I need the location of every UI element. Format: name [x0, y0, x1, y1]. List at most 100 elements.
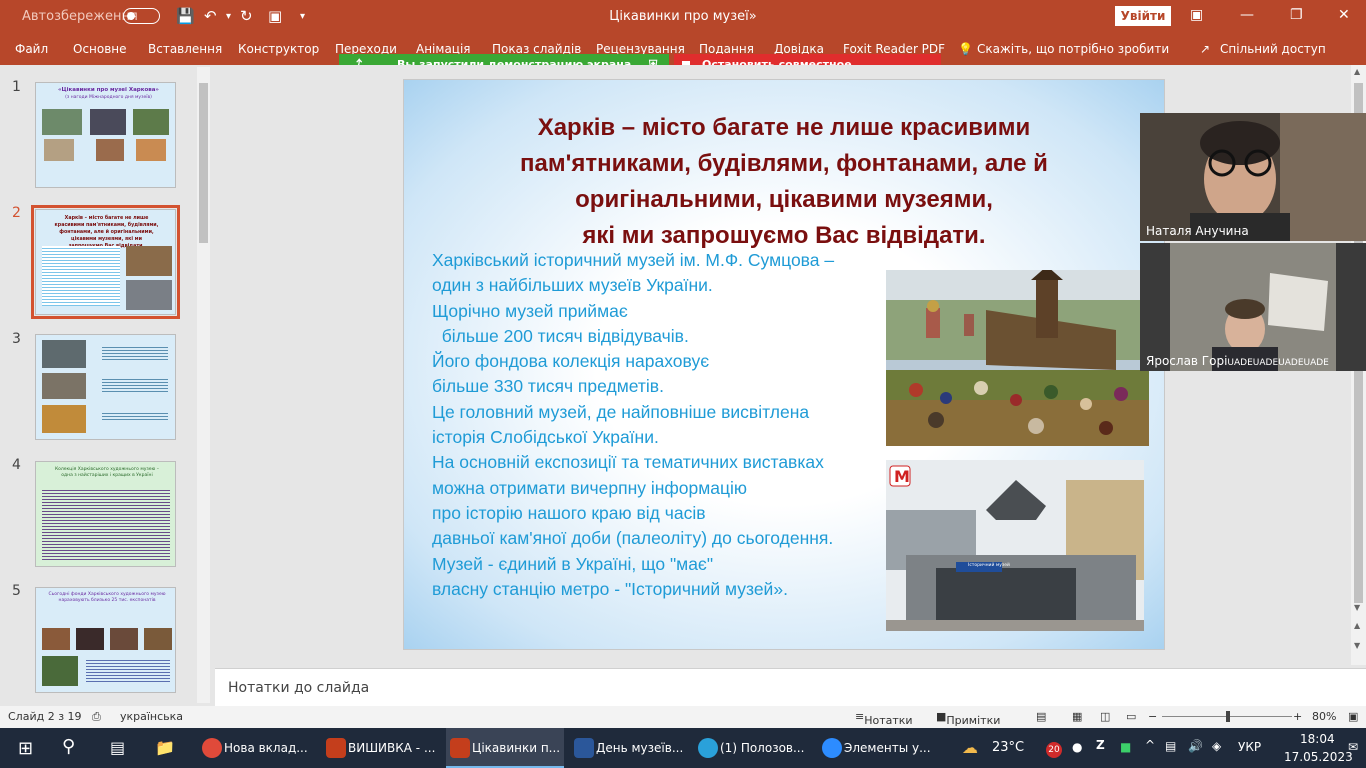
search-icon[interactable]: ⚲	[62, 736, 75, 757]
scroll-up-icon[interactable]: ▲	[1354, 67, 1360, 76]
tray-zoom-icon[interactable]: Z	[1096, 738, 1105, 752]
taskbar-zoom[interactable]: Элементы у...	[818, 728, 936, 768]
temperature[interactable]: 23°C	[992, 740, 1024, 755]
video-tile-participant-1[interactable]: Наталя Анучина	[1140, 113, 1366, 241]
slide-title[interactable]: Харків – місто багате не лише красивими …	[484, 110, 1084, 254]
slideshow-icon[interactable]: ▭	[1126, 710, 1136, 723]
tray-icon[interactable]: ■	[1120, 740, 1131, 754]
body-line: Його фондова колекція нараховує	[432, 351, 710, 372]
body-line: Щорічно музей приймає	[432, 300, 628, 321]
thumbnail-slide-1[interactable]: «Цікавинки про музеї Харкова» (з нагоди …	[35, 82, 176, 188]
share-button[interactable]: Спільний доступ	[1220, 42, 1326, 56]
tab-insert[interactable]: Вставлення	[148, 42, 222, 56]
restore-icon[interactable]: ❐	[1290, 7, 1303, 23]
body-line: Це головний музей, де найповніше висвітл…	[432, 401, 810, 422]
thumb-text-lines	[102, 345, 168, 361]
ribbon-display-icon[interactable]: ▣	[1190, 7, 1203, 23]
task-label: День музеїв...	[596, 741, 684, 755]
windows-start-icon[interactable]: ⊞	[18, 738, 33, 759]
tab-home[interactable]: Основне	[73, 42, 127, 56]
weather-icon[interactable]: ☁	[962, 738, 978, 757]
tray-icon[interactable]: ●	[1072, 740, 1082, 754]
clock-time[interactable]: 18:04	[1300, 732, 1335, 746]
chrome-icon	[202, 738, 222, 758]
thumb-image	[90, 109, 126, 135]
current-slide[interactable]: Харків – місто багате не лише красивими …	[403, 79, 1165, 650]
file-explorer-icon[interactable]: 📁	[155, 738, 175, 757]
video-tile-participant-2[interactable]: Ярослав ГоріUADEUADEUADEUADE	[1140, 243, 1366, 371]
thumb-image	[110, 628, 138, 650]
share-icon[interactable]: ↗	[1200, 42, 1210, 56]
taskbar-word[interactable]: День музеїв...	[570, 728, 688, 768]
clock-date[interactable]: 17.05.2023	[1284, 750, 1353, 764]
notes-button[interactable]: ≡ Нотатки	[855, 710, 913, 727]
sign-in-button[interactable]: Увійти	[1115, 6, 1171, 26]
reading-view-icon[interactable]: ◫	[1100, 710, 1110, 723]
thumb-2-text-lines	[42, 246, 120, 306]
tell-me-search[interactable]: Скажіть, що потрібно зробити	[977, 42, 1169, 56]
slide-counter: Слайд 2 з 19	[8, 710, 82, 723]
body-line: про історію нашого краю від часів	[432, 502, 706, 523]
accessibility-icon[interactable]: ⎙	[92, 710, 101, 724]
thumb-image	[44, 139, 74, 161]
thumbnail-slide-4[interactable]: Колекція Харківського художнього музею –…	[35, 461, 176, 567]
thumb-2-title: Харків – місто багате не лише красивими …	[54, 216, 159, 249]
thumb-1-title: «Цікавинки про музеї Харкова»	[57, 87, 159, 93]
thumb-image	[126, 280, 172, 310]
volume-icon[interactable]: 🔊	[1188, 739, 1203, 753]
taskbar-chrome[interactable]: Нова вклад...	[198, 728, 316, 768]
scroll-down-icon[interactable]: ▼	[1354, 603, 1360, 612]
thumbnails-scrollbar-thumb[interactable]	[199, 83, 208, 243]
notification-badge[interactable]: 20	[1046, 742, 1062, 758]
zoom-slider-handle[interactable]	[1226, 711, 1230, 722]
notes-pane[interactable]: Нотатки до слайда	[215, 668, 1366, 706]
normal-view-icon[interactable]: ▤	[1036, 710, 1046, 723]
thumbnail-slide-2[interactable]: Харків – місто багате не лише красивими …	[31, 205, 180, 319]
body-line: власну станцію метро - "Історичний музей…	[432, 578, 788, 599]
taskbar-pptx-1[interactable]: ВИШИВКА - ...	[322, 728, 440, 768]
metro-station-photo[interactable]: M Історичний музей	[886, 460, 1144, 631]
slide-body-text[interactable]: Харківський історичний музей ім. М.Ф. Су…	[432, 248, 834, 602]
task-label: Цікавинки п...	[472, 741, 561, 755]
thumbnail-slide-3[interactable]	[35, 334, 176, 440]
thumb-number-3: 3	[12, 331, 21, 347]
zoom-out-icon[interactable]: −	[1148, 710, 1157, 723]
keyboard-language[interactable]: УКР	[1238, 740, 1261, 754]
minimize-icon[interactable]: —	[1240, 7, 1254, 23]
network-icon[interactable]: ▤	[1165, 739, 1176, 753]
fit-to-window-icon[interactable]: ▣	[1348, 710, 1358, 723]
zoom-app-icon	[822, 738, 842, 758]
thumbnails-scrollbar[interactable]	[197, 67, 210, 703]
task-label: Элементы у...	[844, 741, 931, 755]
slide-sorter-icon[interactable]: ▦	[1072, 710, 1082, 723]
action-center-icon[interactable]: ✉	[1348, 740, 1358, 754]
body-line: давньої кам'яної доби (палеоліту) до сьо…	[432, 528, 834, 549]
body-line: один з найбільших музеїв України.	[432, 275, 713, 296]
slide-title-line: пам'ятниками, будівлями, фонтанами, але …	[520, 150, 1048, 177]
taskbar-telegram[interactable]: (1) Полозов...	[694, 728, 812, 768]
language-icon[interactable]: ◈	[1212, 739, 1221, 753]
task-label: ВИШИВКА - ...	[348, 741, 436, 755]
slide-thumbnails-pane: 1 «Цікавинки про музеї Харкова» (з нагод…	[0, 65, 213, 705]
thumb-number-5: 5	[12, 583, 21, 599]
previous-slide-icon[interactable]: ▲	[1354, 621, 1360, 630]
task-view-icon[interactable]: ▤	[110, 738, 125, 757]
thumbnail-slide-5[interactable]: Сьогодні фонди Харківського художнього м…	[35, 587, 176, 693]
taskbar-pptx-2[interactable]: Цікавинки п...	[446, 728, 564, 768]
body-line: Музей - єдиний в Україні, що "має"	[432, 553, 714, 574]
fortress-painting-image[interactable]	[886, 270, 1149, 446]
language-indicator[interactable]: українська	[120, 710, 183, 723]
thumb-number-1: 1	[12, 79, 21, 95]
next-slide-icon[interactable]: ▼	[1354, 641, 1360, 650]
comments-button[interactable]: ■ Примітки	[936, 710, 1000, 727]
tab-file[interactable]: Файл	[15, 42, 48, 56]
tab-design[interactable]: Конструктор	[238, 42, 319, 56]
zoom-level[interactable]: 80%	[1312, 710, 1336, 723]
body-line: можна отримати вичерпну інформацію	[432, 477, 748, 498]
svg-text:M: M	[894, 467, 910, 486]
body-line: більше 200 тисяч відвідувачів.	[432, 325, 689, 346]
close-icon[interactable]: ✕	[1338, 7, 1350, 23]
show-hidden-icons[interactable]: ^	[1145, 738, 1155, 752]
lightbulb-icon: 💡	[958, 42, 973, 56]
zoom-in-icon[interactable]: +	[1293, 710, 1302, 723]
